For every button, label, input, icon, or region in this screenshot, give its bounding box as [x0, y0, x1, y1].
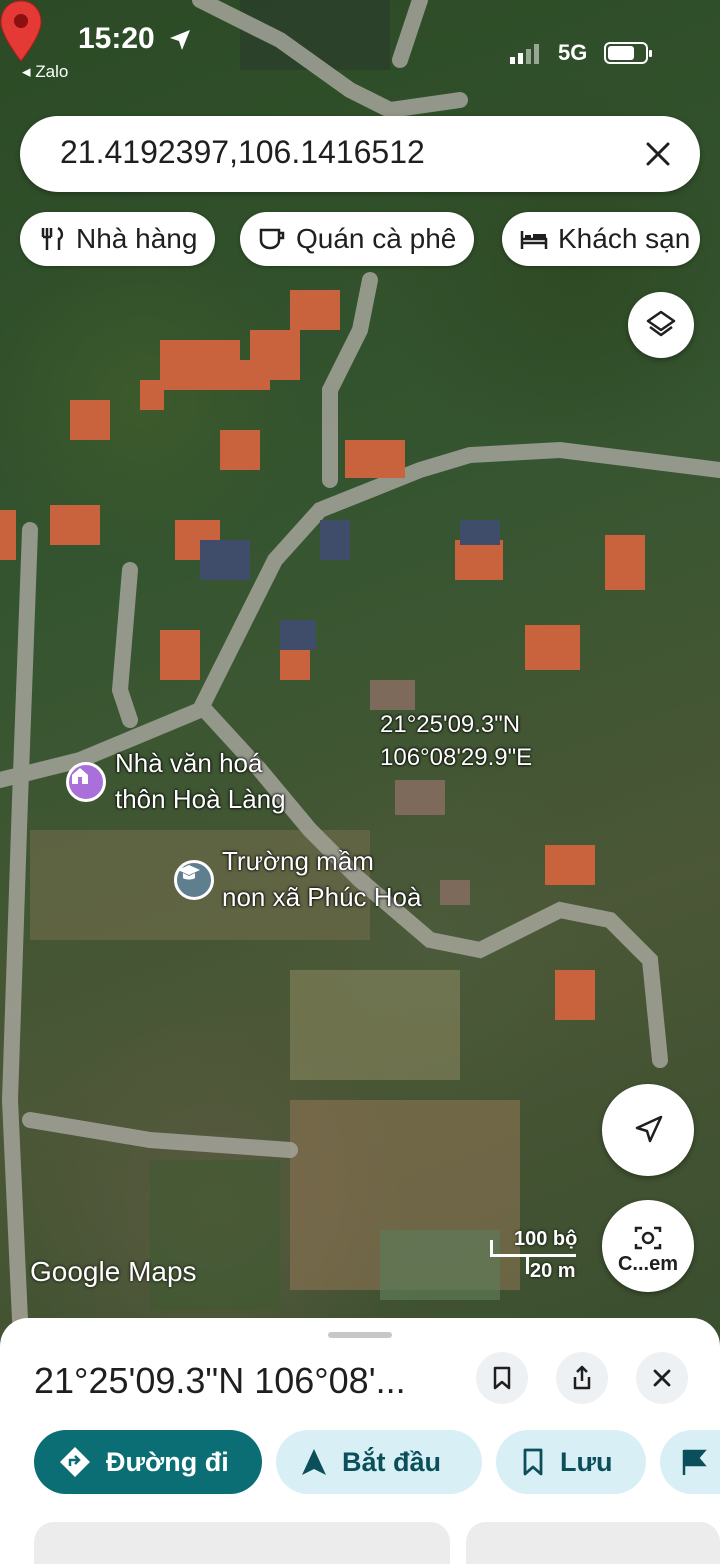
community-center-icon[interactable]: [66, 762, 106, 802]
close-icon: [653, 1369, 671, 1387]
pin-coordinates-label: 21°25'09.3"N 106°08'29.9"E: [380, 708, 532, 774]
restaurant-icon: [41, 226, 64, 250]
poi-line-1: Trường mầm: [222, 846, 374, 876]
place-bottom-sheet[interactable]: 21°25'09.3"N 106°08'... Đường đi Bắt đầu…: [0, 1318, 720, 1564]
hotel-icon: [520, 231, 548, 249]
status-time: 15:20: [78, 22, 155, 55]
map-scale: 100 bộ 20 m: [490, 1228, 590, 1284]
photo-card[interactable]: [466, 1522, 720, 1564]
chip-label: Quán cà phê: [296, 223, 457, 254]
poi-line-2: thôn Hoà Làng: [115, 784, 286, 814]
navigation-arrow-icon: [635, 1115, 663, 1143]
scale-feet: 100 bộ: [514, 1228, 578, 1250]
navigation-arrow-icon: [302, 1449, 326, 1475]
share-button[interactable]: [556, 1352, 608, 1404]
google-maps-logo: Google Maps: [30, 1256, 197, 1287]
school-icon[interactable]: [174, 860, 214, 900]
close-icon[interactable]: [638, 134, 678, 174]
chip-hotels[interactable]: Khách sạn: [502, 212, 701, 266]
camera-label: C...em: [617, 1252, 679, 1275]
bookmark-icon: [523, 1448, 543, 1476]
search-input[interactable]: 21.4192397,106.1416512: [60, 134, 425, 171]
poi-school-label[interactable]: Trường mầm non xã Phúc Hoà: [222, 843, 421, 915]
camera-button[interactable]: C...em: [602, 1200, 694, 1292]
battery-icon: [604, 42, 652, 64]
photo-card[interactable]: [34, 1522, 450, 1564]
cafe-icon: [259, 228, 285, 250]
scale-meters: 20 m: [530, 1260, 576, 1282]
bookmark-icon: [493, 1366, 511, 1390]
search-bar[interactable]: 21.4192397,106.1416512: [20, 116, 700, 192]
directions-button[interactable]: Đường đi: [34, 1430, 262, 1494]
poi-line-1: Nhà văn hoá: [115, 748, 263, 778]
chip-label: Nhà hàng: [76, 223, 198, 254]
layers-button[interactable]: [628, 292, 694, 358]
save-icon-button[interactable]: [476, 1352, 528, 1404]
layers-icon: [646, 310, 676, 337]
drag-handle[interactable]: [328, 1332, 392, 1338]
start-button[interactable]: Bắt đầu: [276, 1430, 482, 1494]
camera-icon: [634, 1226, 662, 1249]
action-label: Lưu: [560, 1446, 613, 1477]
my-location-button[interactable]: [602, 1084, 694, 1176]
network-type: 5G: [558, 40, 588, 65]
pin-latitude: 21°25'09.3"N: [380, 711, 521, 738]
chip-restaurants[interactable]: Nhà hàng: [20, 212, 216, 266]
chip-cafes[interactable]: Quán cà phê: [240, 212, 475, 266]
poi-line-2: non xã Phúc Hoà: [222, 882, 422, 912]
label-button[interactable]: [660, 1430, 720, 1494]
directions-icon: [60, 1447, 90, 1477]
action-label: Bắt đầu: [342, 1446, 442, 1477]
pin-longitude: 106°08'29.9"E: [380, 744, 533, 771]
save-button[interactable]: Lưu: [496, 1430, 646, 1494]
close-sheet-button[interactable]: [636, 1352, 688, 1404]
poi-community-center-label[interactable]: Nhà văn hoá thôn Hoà Làng: [115, 745, 286, 817]
flag-icon: [682, 1449, 707, 1475]
share-icon: [573, 1365, 591, 1390]
location-services-icon: [170, 30, 190, 50]
action-label: Đường đi: [106, 1446, 229, 1477]
chip-label: Khách sạn: [558, 223, 691, 254]
back-to-app-link[interactable]: ◂ Zalo: [22, 62, 68, 82]
cellular-signal-icon: [510, 44, 539, 64]
status-bar: 15:20 ◂ Zalo 5G: [0, 0, 720, 90]
place-title: 21°25'09.3"N 106°08'...: [34, 1360, 406, 1401]
